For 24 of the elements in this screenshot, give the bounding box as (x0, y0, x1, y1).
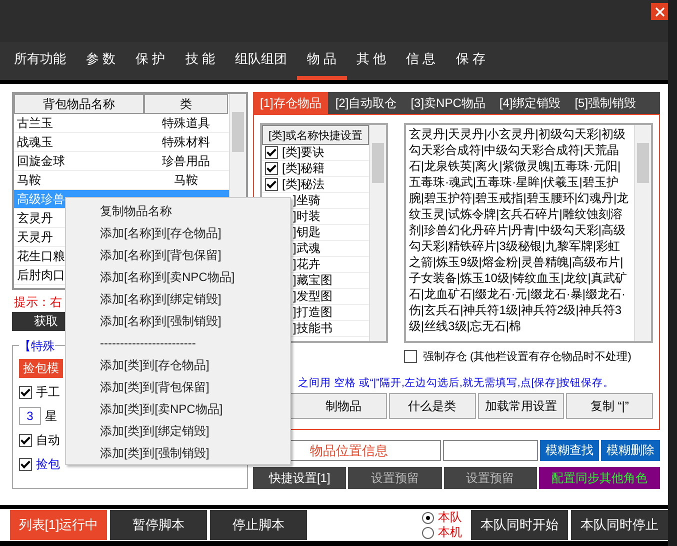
checkbox-label: 捡包 (36, 456, 60, 472)
item-name: 花生口粮 (17, 248, 65, 262)
radio-label: 本队 (438, 509, 462, 526)
star-label: 星 (45, 408, 57, 424)
radio-label: 本机 (438, 524, 462, 541)
item-name: 战魂玉 (17, 134, 53, 148)
mode-label: 捡包模 (19, 359, 63, 378)
hint-text: 提示：右 (14, 295, 62, 309)
item-name: 后肘肉口 (17, 268, 65, 282)
item-name: 高级珍兽 (17, 192, 65, 206)
group-title: 【特殊 (19, 338, 55, 355)
item-category: 特殊材料 (162, 134, 210, 148)
item-category: 特殊道具 (162, 116, 210, 130)
hint-text: 之间用 空格 或“|”隔开,左边勾选后,就无需填写,点[保存]按钮保存。 (298, 377, 614, 389)
item-category: 珍兽用品 (162, 154, 210, 168)
item-name: 玄灵丹 (17, 210, 53, 224)
item-category: 马鞍 (174, 172, 198, 186)
item-name: 古兰玉 (17, 116, 53, 130)
item-name: 回旋金球 (17, 154, 65, 168)
checkbox-label: 强制存仓 (其他栏设置有存仓物品时不处理) (423, 350, 632, 364)
item-name: 马鞍 (17, 172, 41, 186)
item-name: 天灵丹 (17, 230, 53, 244)
checkbox-label: 手工 (36, 384, 60, 400)
checkbox-label: 自动 (36, 432, 60, 448)
